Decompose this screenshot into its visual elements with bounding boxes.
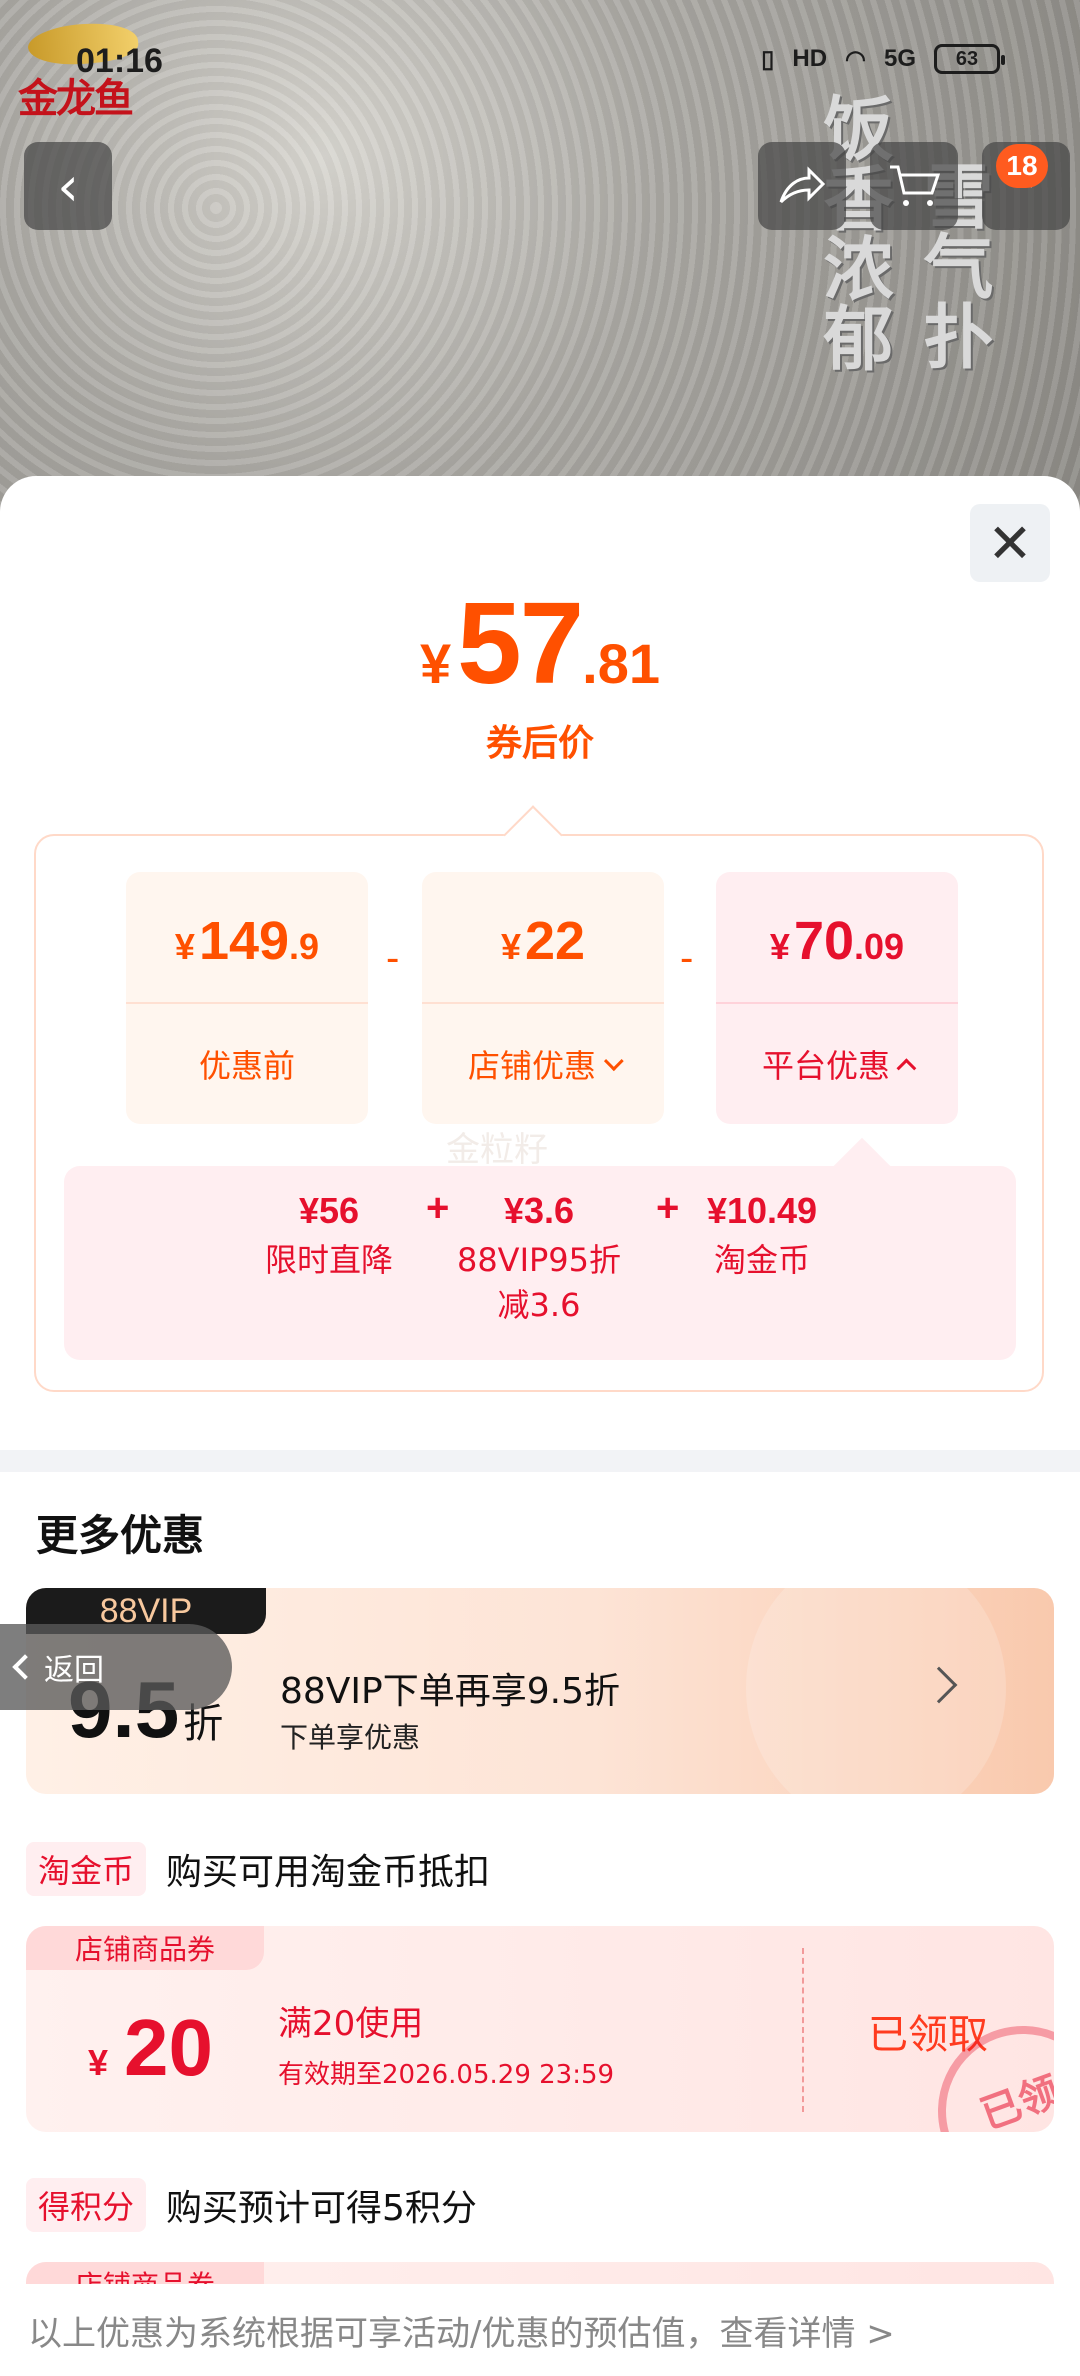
detail-item: ¥3.6 88VIP95折减3.6 (454, 1190, 624, 1328)
close-button[interactable]: ✕ (970, 504, 1050, 582)
decor-circle (746, 1588, 1006, 1794)
final-price-currency: ¥ (419, 632, 452, 695)
detail-item: ¥56 限时直降 (254, 1190, 404, 1283)
share-button[interactable] (758, 142, 846, 230)
chevron-up-icon (896, 1058, 917, 1079)
footer-disclaimer[interactable]: 以上优惠为系统根据可享活动/优惠的预估值，查看详情 > (0, 2284, 1080, 2376)
coupon-tag: 店铺商品券 (26, 1926, 264, 1970)
original-price-card: ¥ 149 .9 优惠前 (126, 872, 368, 1124)
original-price-label: 优惠前 (198, 1047, 295, 1085)
cart-icon (890, 165, 940, 206)
coupon-amount: ¥ 20 (88, 2002, 213, 2094)
taojinbi-row: 淘金币 购买可用淘金币抵扣 (26, 1842, 490, 1896)
coupon-expiry: 有效期至2026.05.29 23:59 (278, 2060, 615, 2090)
detail-label: 88VIP95折减3.6 (456, 1241, 622, 1324)
vip-offer-subtitle: 下单享优惠 (280, 1721, 421, 1754)
footer-text: 以上优惠为系统根据可享活动/优惠的预估值，查看详情 > (28, 2313, 895, 2354)
detail-value: ¥3.6 (503, 1190, 575, 1231)
more-offers-title: 更多优惠 (36, 1511, 205, 1560)
detail-label: 限时直降 (264, 1241, 393, 1279)
coupon-divider (802, 1948, 804, 2112)
detail-item: ¥10.49 淘金币 (682, 1190, 842, 1283)
hd-icon: HD (792, 45, 828, 72)
share-icon (779, 166, 826, 204)
original-price-decimal: .9 (289, 926, 320, 967)
final-price: ¥ 57 .81 (420, 576, 660, 710)
vibrate-icon: ▯ (761, 45, 775, 73)
status-time: 01:16 (76, 42, 163, 80)
status-icons: ▯ HD ◠ 5G 63 (761, 44, 1005, 74)
final-price-integer: 57 (457, 578, 584, 708)
wifi-icon: ◠ (845, 45, 866, 73)
final-price-block: ¥ 57 .81 券后价 (0, 576, 1080, 766)
taojinbi-text: 购买可用淘金币抵扣 (166, 1852, 491, 1893)
price-breakdown: ¥ 149 .9 优惠前 - ¥ 22 店铺优惠 - ¥ 70 .09 平台优惠… (34, 834, 1044, 1392)
floating-back-button[interactable]: 返回 (0, 1624, 232, 1710)
plus-operator: + (656, 1186, 680, 1230)
platform-discount-label: 平台优惠 (761, 1047, 890, 1085)
final-price-label: 券后价 (485, 723, 594, 764)
detail-label: 淘金币 (713, 1241, 810, 1279)
store-discount-currency: ¥ (500, 926, 521, 967)
plus-operator: + (426, 1186, 450, 1230)
background-slogan-left: 饭香浓郁 (812, 92, 895, 372)
store-discount-integer: 22 (524, 911, 586, 971)
vip-offer-title: 88VIP下单再享9.5折 (280, 1671, 621, 1712)
points-text: 购买预计可得5积分 (166, 2188, 477, 2229)
original-price-integer: 149 (198, 911, 290, 971)
floating-back-label: 返回 (44, 1653, 104, 1688)
signal-5g-icon: 5G (883, 45, 916, 72)
final-price-decimal: .81 (582, 632, 661, 695)
store-discount-label: 店铺优惠 (467, 1047, 596, 1085)
platform-discount-integer: 70 (793, 911, 855, 971)
cart-badge: 18 (996, 144, 1048, 188)
minus-operator: - (680, 936, 694, 980)
battery-icon: 63 (934, 44, 1005, 74)
detail-value: ¥56 (298, 1190, 360, 1231)
section-divider (0, 1450, 1080, 1472)
platform-discount-details: ¥56 限时直降 + ¥3.6 88VIP95折减3.6 + ¥10.49 淘金… (64, 1166, 1016, 1360)
coupon-value: 20 (124, 2003, 214, 2092)
minus-operator: - (386, 936, 400, 980)
taojinbi-tag: 淘金币 (26, 1842, 147, 1896)
points-tag: 得积分 (26, 2178, 147, 2232)
store-coupon-card[interactable]: 店铺商品券 ¥ 20 满20使用 有效期至2026.05.29 23:59 已领… (26, 1926, 1054, 2132)
platform-discount-decimal: .09 (854, 926, 905, 967)
coupon-currency: ¥ (88, 2042, 109, 2083)
chevron-down-icon (603, 1051, 624, 1072)
coupon-condition: 满20使用 (278, 2004, 424, 2044)
platform-discount-card[interactable]: ¥ 70 .09 平台优惠 (716, 872, 958, 1124)
back-button[interactable]: ‹ (24, 142, 112, 230)
close-icon: ✕ (987, 511, 1033, 575)
chevron-left-icon: ‹ (57, 154, 79, 218)
store-discount-card[interactable]: ¥ 22 店铺优惠 (422, 872, 664, 1124)
original-price-currency: ¥ (174, 926, 195, 967)
points-row: 得积分 购买预计可得5积分 (26, 2178, 477, 2232)
platform-discount-currency: ¥ (769, 926, 790, 967)
chevron-left-icon (12, 1654, 38, 1680)
cart-button[interactable] (870, 142, 958, 230)
detail-value: ¥10.49 (706, 1190, 818, 1231)
watermark-text: 金粒籽 (446, 1130, 548, 1170)
discount-sheet: ✕ ¥ 57 .81 券后价 ¥ 149 .9 优惠前 - ¥ 22 店铺优惠 … (0, 476, 1080, 2376)
